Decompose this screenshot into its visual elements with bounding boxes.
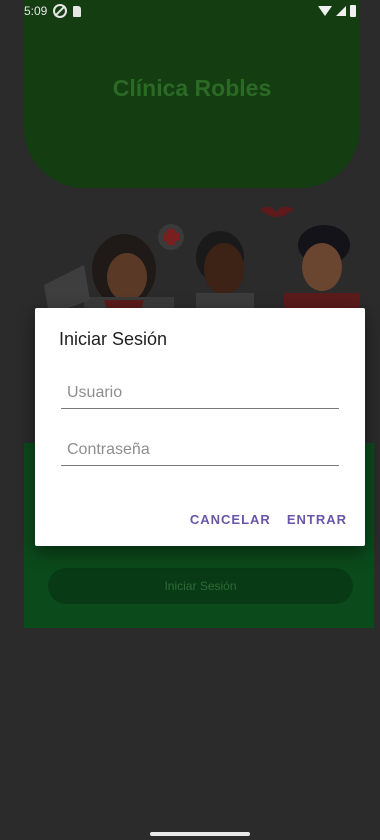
battery-icon: [350, 5, 356, 17]
wifi-icon: [318, 6, 332, 16]
do-not-disturb-icon: [53, 4, 68, 18]
dialog-actions: CANCELAR ENTRAR: [190, 512, 347, 527]
login-dialog: Iniciar Sesión CANCELAR ENTRAR: [35, 308, 365, 546]
password-field: [61, 435, 339, 466]
clinic-title: Clínica Robles: [112, 75, 272, 101]
password-input[interactable]: [61, 435, 339, 465]
enter-button[interactable]: ENTRAR: [287, 512, 347, 527]
cancel-button[interactable]: CANCELAR: [190, 512, 271, 527]
username-field: [61, 378, 339, 409]
dialog-title: Iniciar Sesión: [59, 329, 168, 349]
screen: 5:09 Clínica Robles Iniciar Sesión Inici…: [0, 0, 380, 840]
cell-signal-icon: [336, 6, 346, 16]
status-time: 5:09: [24, 4, 48, 18]
status-bar: 5:09: [24, 0, 356, 22]
username-input[interactable]: [61, 378, 339, 408]
header-card: Clínica Robles: [24, 0, 360, 188]
background-login-button: Iniciar Sesión: [48, 568, 353, 604]
home-indicator[interactable]: [150, 832, 250, 836]
sim-card-icon: [73, 5, 82, 17]
